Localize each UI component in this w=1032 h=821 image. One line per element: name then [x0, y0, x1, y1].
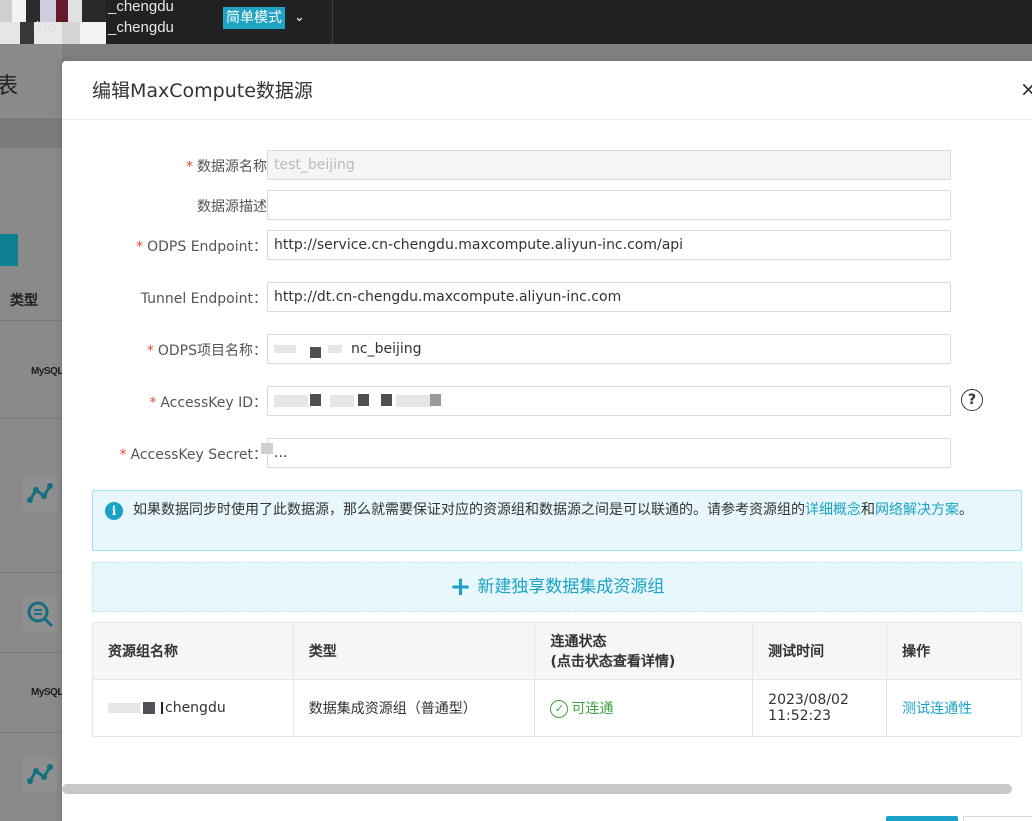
odps-endpoint-label: * ODPS Endpoint：: [136, 239, 267, 255]
info-text: 如果数据同步时使用了此数据源，那么就需要保证对应的资源组和数据源之间是可以联通的…: [133, 502, 973, 518]
access-key-secret-label: * AccessKey Secret：: [119, 447, 267, 463]
redaction-mask: [310, 394, 321, 406]
redaction-mask: [381, 394, 392, 406]
access-key-secret-input[interactable]: ...: [267, 438, 951, 468]
required-mark: *: [149, 395, 157, 411]
topbar-divider: [332, 0, 333, 44]
redaction-mask: [358, 394, 369, 406]
redaction-mask: [108, 703, 140, 713]
form-row-project-name: * ODPS项目名称： nc_beijing: [62, 334, 1032, 366]
redaction-mask: [261, 443, 273, 454]
graph-network-icon: [22, 476, 58, 512]
network-solution-link[interactable]: 网络解决方案: [875, 502, 959, 518]
header-action: 操作: [886, 622, 1022, 680]
workspace-name-fragment: kto: [36, 19, 57, 36]
redaction-mask: [396, 395, 432, 407]
mysql-logo-icon: MySQL: [31, 687, 63, 698]
header-time: 测试时间: [752, 622, 888, 680]
plus-icon: +: [449, 572, 472, 602]
page-title-fragment: 表: [0, 74, 19, 99]
horizontal-scrollbar[interactable]: [62, 784, 1012, 794]
help-question-icon[interactable]: ?: [961, 389, 983, 411]
test-connectivity-link[interactable]: 测试连通性: [902, 701, 972, 717]
header-type: 类型: [292, 622, 536, 680]
redaction-mask: [430, 394, 441, 406]
project-name-input[interactable]: nc_beijing: [267, 334, 951, 364]
form-row-name: * 数据源名称 test_beijing: [62, 150, 1032, 182]
cell-type: 数据集成资源组（普通型）: [292, 679, 536, 737]
top-navigation-bar: kto _chengdu _chengdu 简单模式 ⌄: [0, 0, 1032, 44]
required-mark: *: [119, 447, 127, 463]
required-mark: *: [186, 159, 193, 175]
header-status: 连通状态 (点击状态查看详情): [534, 622, 754, 680]
row-divider: [0, 418, 62, 419]
check-circle-icon: ✓: [550, 700, 569, 718]
redaction-mask: [328, 345, 342, 353]
new-exclusive-resource-group-button[interactable]: + 新建独享数据集成资源组: [92, 562, 1022, 612]
network-info-alert: i 如果数据同步时使用了此数据源，那么就需要保证对应的资源组和数据源之间是可以联…: [92, 490, 1022, 551]
project-name-label: * ODPS项目名称：: [146, 343, 267, 359]
project-name-value: nc_beijing: [351, 341, 422, 357]
redaction-mask: [330, 395, 354, 407]
access-key-id-input[interactable]: [267, 386, 951, 416]
edit-datasource-modal: 编辑MaxCompute数据源 × * 数据源名称 test_beijing 数据…: [62, 61, 1032, 821]
detail-concept-link[interactable]: 详细概念: [805, 502, 861, 518]
redaction-mask: [274, 395, 308, 407]
name-label: * 数据源名称: [186, 159, 267, 175]
workspace-region-line1[interactable]: _chengdu: [108, 0, 174, 15]
modal-header: 编辑MaxCompute数据源 ×: [62, 61, 1032, 120]
datasource-description-input[interactable]: [267, 190, 951, 220]
form-row-access-key-secret: * AccessKey Secret： ...: [62, 438, 1032, 470]
graph-network-icon: [22, 757, 58, 793]
cell-time: 2023/08/02 11:52:23: [752, 679, 888, 737]
footer-secondary-button[interactable]: [963, 816, 1032, 821]
header-name: 资源组名称: [92, 622, 294, 680]
redaction-mask: [274, 345, 296, 353]
tunnel-endpoint-input[interactable]: http://dt.cn-chengdu.maxcompute.aliyun-i…: [267, 282, 951, 312]
tunnel-endpoint-label: Tunnel Endpoint：: [140, 291, 267, 307]
form-row-tunnel-endpoint: Tunnel Endpoint： http://dt.cn-chengdu.ma…: [62, 282, 1032, 314]
info-icon: i: [105, 502, 123, 520]
mysql-logo-icon: MySQL: [31, 366, 63, 377]
redaction-mask: [143, 702, 155, 714]
form-row-access-key-id: * AccessKey ID： ?: [62, 386, 1032, 418]
row-divider: [0, 320, 62, 321]
datasource-name-input: test_beijing: [267, 150, 951, 180]
background-band: [0, 118, 62, 148]
background-page-left: 表 类型 MySQL MySQL: [0, 44, 63, 821]
cell-action: 测试连通性: [886, 679, 1022, 737]
form-row-description: 数据源描述: [62, 190, 1032, 222]
table-row: chengdu 数据集成资源组（普通型） ✓ 可连通 2023/08/02 11:…: [92, 679, 1022, 737]
table-header-row: 资源组名称 类型 连通状态 (点击状态查看详情) 测试时间 操作: [92, 622, 1022, 680]
close-icon[interactable]: ×: [1020, 77, 1032, 101]
chevron-down-icon[interactable]: ⌄: [294, 7, 308, 29]
form-row-odps-endpoint: * ODPS Endpoint： http://service.cn-chengd…: [62, 230, 1032, 262]
search-list-icon: [22, 596, 58, 632]
row-divider: [0, 652, 62, 653]
row-divider: [0, 572, 62, 573]
connectivity-status[interactable]: ✓ 可连通: [550, 700, 613, 718]
modal-title: 编辑MaxCompute数据源: [92, 80, 313, 102]
redaction-mask: [310, 347, 321, 358]
footer-primary-button[interactable]: [886, 816, 958, 821]
cell-status[interactable]: ✓ 可连通: [534, 679, 754, 737]
required-mark: *: [136, 239, 144, 255]
simple-mode-tag[interactable]: 简单模式: [223, 7, 285, 29]
workspace-region-line2[interactable]: _chengdu: [108, 19, 174, 36]
access-key-id-label: * AccessKey ID：: [149, 395, 267, 411]
odps-endpoint-input[interactable]: http://service.cn-chengdu.maxcompute.ali…: [267, 230, 951, 260]
redaction-mask: [161, 702, 163, 714]
cell-name: chengdu: [92, 679, 294, 737]
description-label: 数据源描述: [197, 199, 267, 215]
new-group-label: 新建独享数据集成资源组: [477, 577, 665, 597]
background-add-button: [0, 234, 18, 266]
required-mark: *: [146, 343, 154, 359]
background-table-header-type: 类型: [10, 293, 38, 309]
row-divider: [0, 732, 62, 733]
resource-group-table: 资源组名称 类型 连通状态 (点击状态查看详情) 测试时间 操作 chengdu…: [92, 622, 1022, 737]
